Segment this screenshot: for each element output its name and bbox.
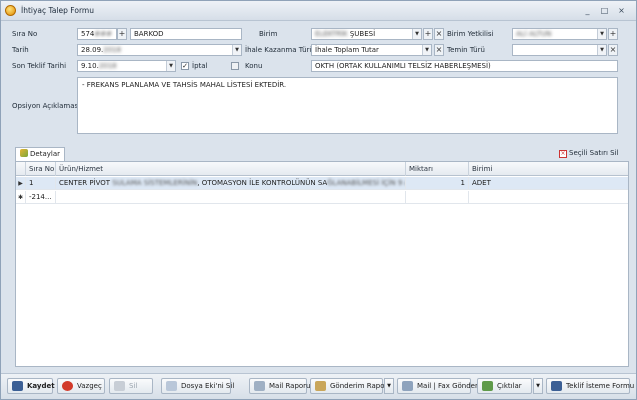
ihale-kazanma-turu-select[interactable]: İhale Toplam Tutar ▼ xyxy=(311,44,432,56)
request-form-icon xyxy=(551,381,562,391)
send-report-button[interactable]: Gönderim Raporu xyxy=(310,378,392,394)
mail-fax-icon xyxy=(402,381,413,391)
cell-miktar[interactable]: 1 xyxy=(406,177,469,190)
opsiyon-memo[interactable]: - FREKANS PLANLAMA VE TAHSİS MAHAL LİSTE… xyxy=(77,77,618,134)
send-report-dropdown-icon[interactable]: ▼ xyxy=(384,378,394,394)
tarih-field[interactable]: 28.09.2018 ▼ xyxy=(77,44,242,56)
tarih-label: Tarih xyxy=(12,46,29,54)
temin-turu-select[interactable]: ▼ xyxy=(512,44,607,56)
col-sira-no[interactable]: Sıra No xyxy=(26,162,56,176)
col-urun-hizmet[interactable]: Ürün/Hizmet xyxy=(56,162,406,176)
grid-header-indicator xyxy=(16,162,26,176)
table-row[interactable]: ✱ -214... xyxy=(16,191,628,204)
outputs-button[interactable]: Çıktılar xyxy=(477,378,532,394)
mail-report-icon xyxy=(254,381,265,391)
temin-turu-clear-icon[interactable]: × xyxy=(608,44,618,56)
opsiyon-label: Opsiyon Açıklaması xyxy=(12,102,81,110)
app-icon xyxy=(5,5,16,16)
barkod-field[interactable]: BARKOD xyxy=(130,28,242,40)
son-teklif-tarihi-field[interactable]: 9.10.2018 ▼ xyxy=(77,60,176,72)
birim-yetkilisi-label: Birim Yetkilisi xyxy=(447,30,494,38)
attachment-icon xyxy=(166,381,177,391)
iptal-checkbox[interactable]: ✓ xyxy=(181,62,189,70)
selected-row-delete-button[interactable]: × Seçili Satırı Sil xyxy=(559,149,618,158)
iptal-label: İptal xyxy=(192,62,208,70)
cell-miktar[interactable] xyxy=(406,191,469,204)
delete-row-icon: × xyxy=(559,150,567,158)
ihale-kazanma-turu-label: İhale Kazanma Türü xyxy=(245,46,314,54)
col-birimi[interactable]: Birimi xyxy=(469,162,628,176)
konu-checkbox[interactable] xyxy=(231,62,239,70)
birim-clear-icon[interactable]: × xyxy=(434,28,444,40)
temin-turu-label: Temin Türü xyxy=(447,46,485,54)
maximize-icon[interactable]: □ xyxy=(598,5,611,16)
ihale-clear-icon[interactable]: × xyxy=(434,44,444,56)
cell-urun[interactable] xyxy=(56,191,406,204)
cell-birim[interactable]: ADET xyxy=(469,177,628,190)
tab-detaylar[interactable]: Detaylar xyxy=(15,147,65,162)
konu-field[interactable]: OKTH (ORTAK KULLANIMLI TELSİZ HABERLEŞME… xyxy=(311,60,618,72)
footer-toolbar: Kaydet Vazgeç Sil Dosya Eki'ni Sil Mail … xyxy=(1,373,636,399)
new-row-indicator-icon: ✱ xyxy=(16,191,26,204)
mail-fax-send-button[interactable]: Mail | Fax Gönder xyxy=(397,378,478,394)
table-row[interactable]: ▶ 1 CENTER PİVOT SULAMA SİSTEMLERİNİN, O… xyxy=(16,177,628,190)
save-button[interactable]: Kaydet xyxy=(7,378,55,394)
cancel-icon xyxy=(62,381,73,391)
sira-no-add-icon[interactable]: + xyxy=(117,28,127,40)
delete-icon xyxy=(114,381,125,391)
outputs-dropdown-icon[interactable]: ▼ xyxy=(533,378,543,394)
birim-field[interactable]: ELEKTRİK ŞUBESİ ▼ xyxy=(311,28,422,40)
cell-sira[interactable]: 1 xyxy=(26,177,56,190)
ihtiyac-talep-window: İhtiyaç Talep Formu _ □ × Sıra No 574###… xyxy=(0,0,637,400)
cell-urun[interactable]: CENTER PİVOT SULAMA SİSTEMLERİNİN, OTOMA… xyxy=(56,177,406,190)
close-icon[interactable]: × xyxy=(615,5,628,16)
title-bar: İhtiyaç Talep Formu _ □ × xyxy=(1,1,636,21)
detaylar-icon xyxy=(20,149,28,157)
row-indicator-icon: ▶ xyxy=(16,177,26,190)
cell-birim[interactable] xyxy=(469,191,628,204)
request-form-button[interactable]: Teklif İsteme Formu xyxy=(546,378,634,394)
detail-grid: Sıra No Ürün/Hizmet Miktarı Birimi ▶ 1 C… xyxy=(15,161,629,367)
cancel-button[interactable]: Vazgeç xyxy=(57,378,105,394)
window-title: İhtiyaç Talep Formu xyxy=(21,6,94,15)
delete-button[interactable]: Sil xyxy=(109,378,153,394)
cell-sira[interactable]: -214... xyxy=(26,191,56,204)
minimize-icon[interactable]: _ xyxy=(581,5,594,16)
birim-yetkilisi-field[interactable]: ALİ ALTUN ▼ xyxy=(512,28,607,40)
send-report-icon xyxy=(315,381,326,391)
outputs-icon xyxy=(482,381,493,391)
birim-yetkilisi-add-icon[interactable]: + xyxy=(608,28,618,40)
col-miktari[interactable]: Miktarı xyxy=(406,162,469,176)
sira-no-field[interactable]: 574### xyxy=(77,28,117,40)
delete-attachment-button[interactable]: Dosya Eki'ni Sil xyxy=(161,378,234,394)
grid-header: Sıra No Ürün/Hizmet Miktarı Birimi xyxy=(16,162,628,176)
mail-report-button[interactable]: Mail Raporu xyxy=(249,378,310,394)
konu-label: Konu xyxy=(245,62,263,70)
son-teklif-tarihi-label: Son Teklif Tarihi xyxy=(12,62,67,70)
birim-label: Birim xyxy=(259,30,278,38)
save-icon xyxy=(12,381,23,391)
birim-add-icon[interactable]: + xyxy=(423,28,433,40)
sira-no-label: Sıra No xyxy=(12,30,38,38)
